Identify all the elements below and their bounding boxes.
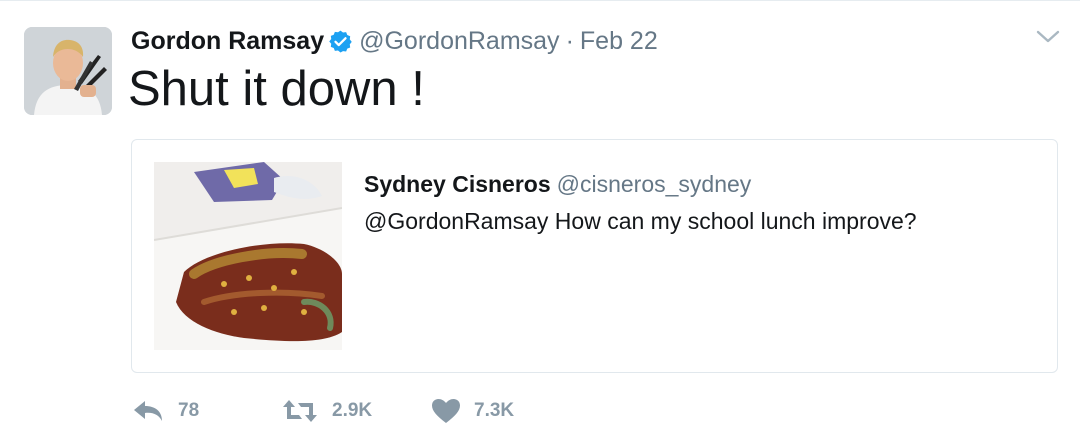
- author-name[interactable]: Gordon Ramsay: [131, 25, 324, 57]
- retweet-button[interactable]: 2.9K: [281, 398, 431, 424]
- quoted-tweet[interactable]: Sydney Cisneros @cisneros_sydney @GordonR…: [131, 139, 1058, 373]
- quoted-tweet-header: Sydney Cisneros @cisneros_sydney: [364, 170, 751, 198]
- avatar[interactable]: [24, 27, 112, 115]
- retweet-icon: [281, 398, 319, 424]
- avatar-image: [24, 27, 112, 115]
- chevron-down-icon[interactable]: [1034, 25, 1062, 47]
- author-handle[interactable]: @GordonRamsay: [359, 25, 559, 57]
- quoted-tweet-image[interactable]: [154, 162, 342, 350]
- header-separator: ·: [565, 27, 574, 55]
- quoted-author-handle[interactable]: @cisneros_sydney: [557, 171, 752, 197]
- tweet-actions: 78 2.9K 7.3K: [131, 395, 514, 427]
- like-button[interactable]: 7.3K: [431, 398, 514, 424]
- tweet-text: Shut it down !: [128, 62, 425, 116]
- heart-icon: [431, 398, 461, 424]
- reply-icon: [131, 398, 165, 424]
- retweet-count: 2.9K: [332, 400, 373, 421]
- tweet[interactable]: Gordon Ramsay @GordonRamsay · Feb 22 Shu…: [0, 0, 1080, 442]
- reply-button[interactable]: 78: [131, 398, 281, 424]
- quoted-author-name[interactable]: Sydney Cisneros: [364, 171, 551, 197]
- verified-badge-icon: [328, 29, 353, 54]
- quoted-tweet-text: @GordonRamsay How can my school lunch im…: [364, 208, 917, 234]
- reply-count: 78: [178, 400, 200, 421]
- tweet-header: Gordon Ramsay @GordonRamsay · Feb 22: [131, 25, 658, 57]
- like-count: 7.3K: [474, 400, 515, 421]
- tweet-date[interactable]: Feb 22: [580, 25, 658, 57]
